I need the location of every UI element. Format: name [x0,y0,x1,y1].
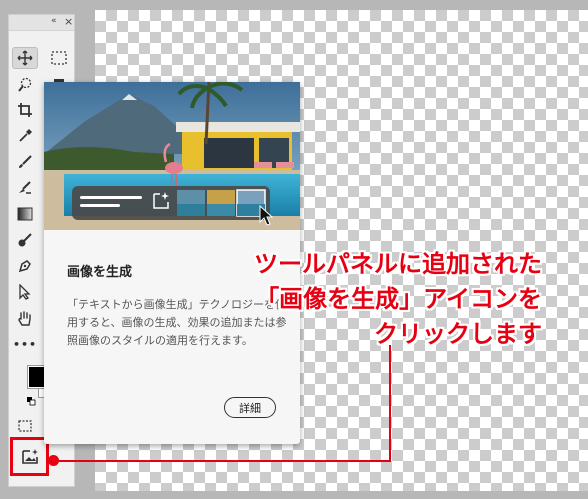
crop-icon [18,103,32,117]
move-icon [17,50,33,66]
path-select-tool[interactable] [12,281,38,303]
tooltip-preview-image [44,82,300,230]
annotation-line-1: ツールパネルに追加された [254,250,542,278]
connector-line-horizontal [54,460,391,462]
generate-image-icon [21,448,38,464]
quick-mask-icon [18,420,32,432]
annotation-line-2: 「画像を生成」アイコンを [255,285,542,313]
path-select-icon [19,284,31,300]
brush-icon [19,155,32,168]
quick-select-tool[interactable] [12,73,38,95]
crop-tool[interactable] [12,99,38,121]
connector-dot [48,455,59,466]
connector-line-vertical [389,345,391,462]
clone-stamp-icon [19,181,31,194]
gradient-tool[interactable] [12,203,38,225]
tooltip-title: 画像を生成 [67,265,133,280]
generate-image-button[interactable] [10,437,49,476]
dodge-icon [18,233,32,247]
brush-tool[interactable] [12,151,38,173]
annotation-line-3: クリックします [374,320,542,348]
move-tool[interactable] [12,47,38,69]
hand-tool[interactable] [12,307,38,329]
dodge-tool[interactable] [12,229,38,251]
collapse-icon[interactable]: « [51,16,56,26]
default-colors-icon[interactable] [27,397,36,406]
details-button[interactable]: 詳細 [224,397,276,418]
gradient-icon [17,207,33,221]
pen-icon [18,260,31,273]
eyedropper-icon [19,129,32,142]
eyedropper-tool[interactable] [12,125,38,147]
quick-mask-button[interactable] [12,415,38,437]
marquee-tool[interactable] [46,47,72,69]
quick-select-icon [18,77,32,92]
close-icon[interactable]: × [64,15,73,28]
tools-panel-header[interactable]: « × [9,15,74,31]
marquee-icon [51,51,67,65]
more-icon: ••• [12,337,38,351]
pen-tool[interactable] [12,255,38,277]
more-tools-button[interactable]: ••• [12,333,38,355]
history-brush-tool[interactable] [12,177,38,199]
hand-icon [18,311,31,326]
